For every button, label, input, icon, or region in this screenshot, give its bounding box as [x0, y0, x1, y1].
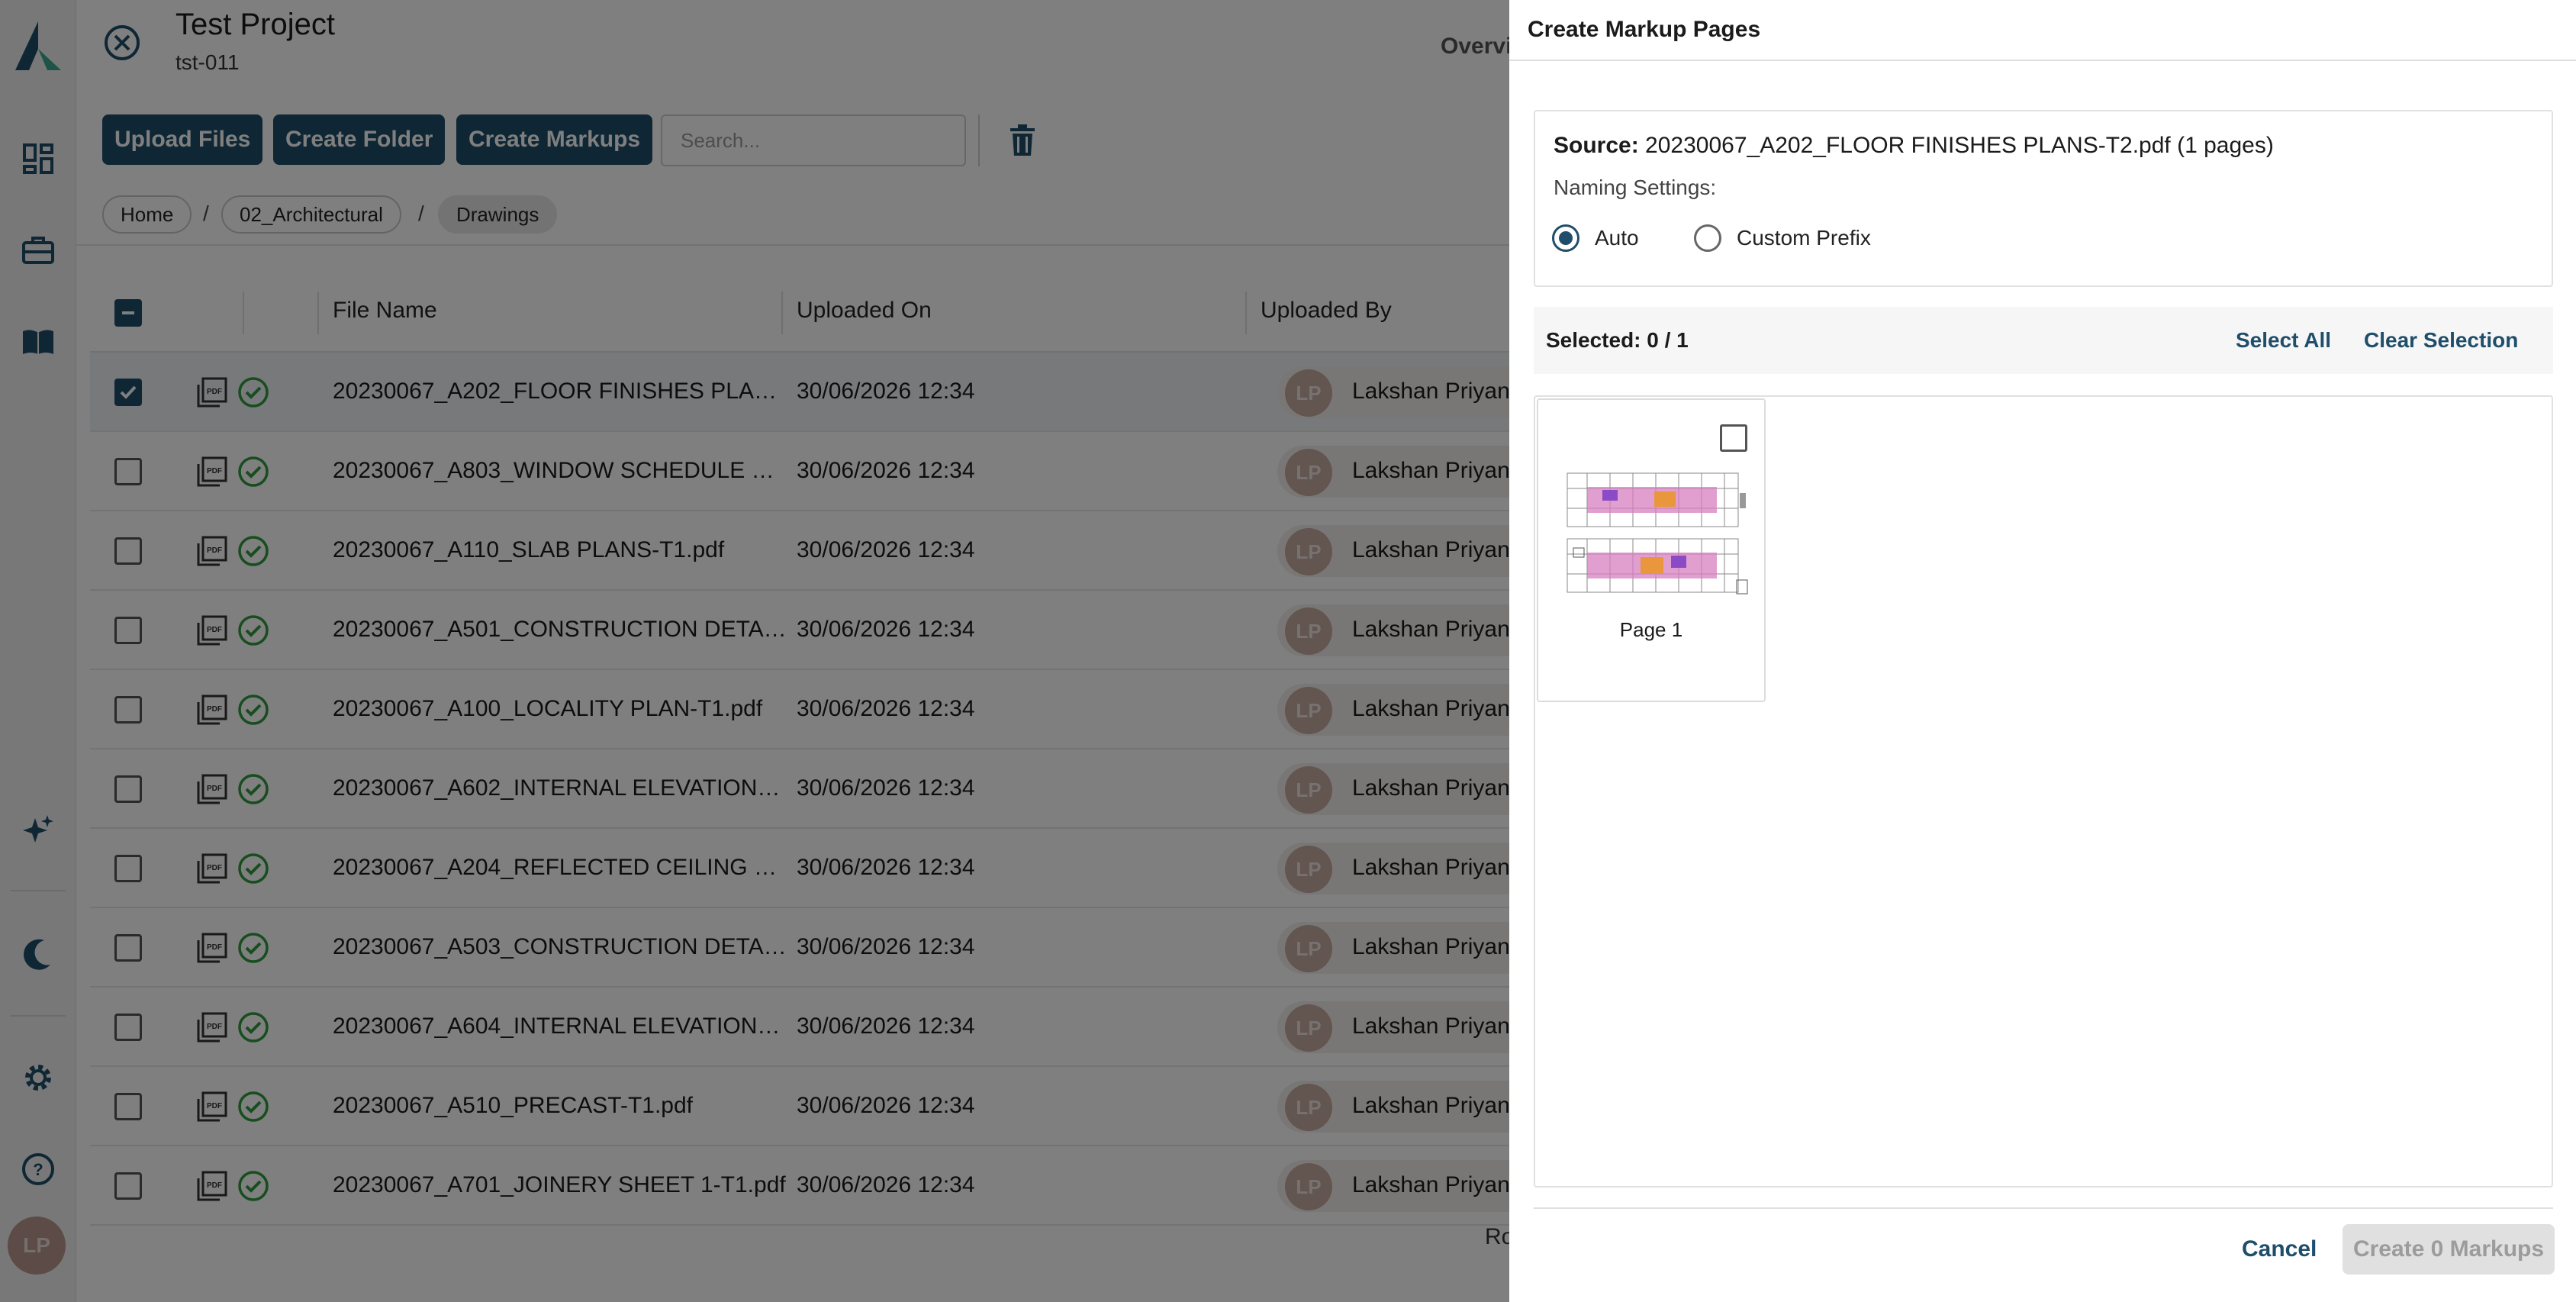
source-panel: Source: 20230067_A202_FLOOR FINISHES PLA…	[1534, 110, 2553, 287]
divider	[1509, 60, 2576, 61]
naming-settings-label: Naming Settings:	[1554, 176, 1717, 199]
create-markups-submit-button[interactable]: Create 0 Markups	[2343, 1224, 2555, 1275]
selected-count: Selected: 0 / 1	[1546, 328, 1689, 352]
selection-bar: Selected: 0 / 1 Select All Clear Selecti…	[1534, 307, 2553, 374]
drawer-title: Create Markup Pages	[1528, 17, 1761, 42]
source-line: Source: 20230067_A202_FLOOR FINISHES PLA…	[1554, 133, 2274, 159]
source-label: Source:	[1554, 133, 1639, 158]
clear-selection-button[interactable]: Clear Selection	[2364, 328, 2518, 353]
create-markup-pages-drawer: Create Markup Pages Source: 20230067_A20…	[1509, 0, 2576, 1302]
page-card[interactable]: Page 1	[1537, 398, 1766, 702]
source-file-name: 20230067_A202_FLOOR FINISHES PLANS-T2.pd…	[1645, 133, 2274, 158]
modal-backdrop[interactable]	[0, 0, 1509, 1302]
page-checkbox[interactable]	[1720, 424, 1747, 452]
cancel-button[interactable]: Cancel	[2242, 1236, 2317, 1262]
select-all-button[interactable]: Select All	[2236, 328, 2331, 353]
page-thumbnail[interactable]	[1557, 462, 1749, 606]
radio-custom-prefix[interactable]	[1694, 224, 1721, 252]
radio-auto[interactable]	[1552, 224, 1579, 252]
page-label: Page 1	[1619, 618, 1683, 641]
divider	[1534, 1207, 2553, 1209]
radio-custom-prefix-label[interactable]: Custom Prefix	[1737, 226, 1871, 250]
radio-auto-label[interactable]: Auto	[1595, 226, 1639, 250]
pages-grid: Page 1	[1534, 395, 2553, 1188]
